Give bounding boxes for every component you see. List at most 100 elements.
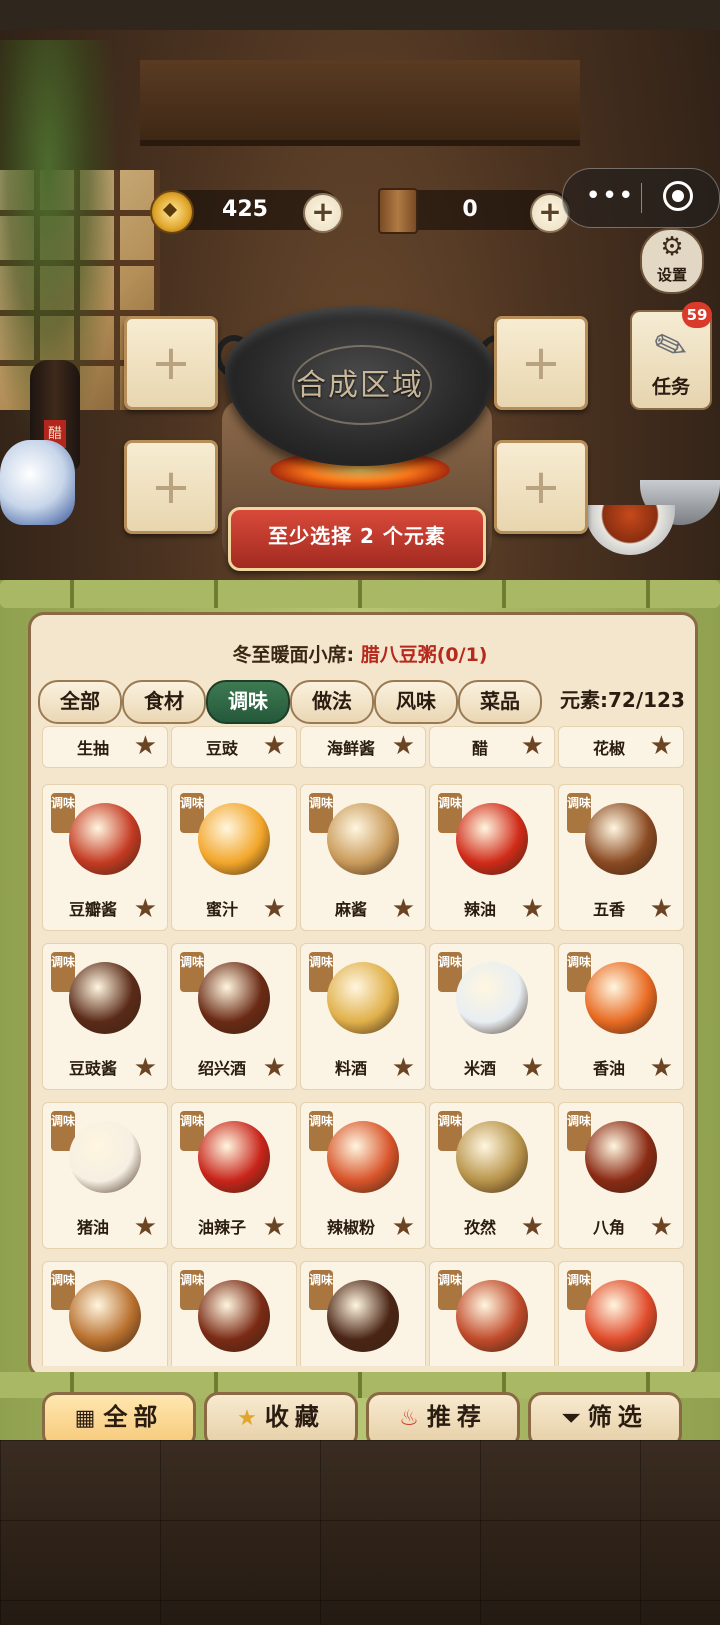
item-card[interactable]: 调味 料酒 ★ bbox=[300, 943, 426, 1090]
more-icon[interactable]: ••• bbox=[585, 181, 635, 215]
item-name: 孜然 bbox=[463, 1218, 496, 1237]
favorites-label: 收藏 bbox=[264, 1403, 325, 1431]
item-card[interactable]: 调味 bbox=[171, 1261, 297, 1366]
favorite-star-icon[interactable]: ★ bbox=[392, 1053, 415, 1083]
coin-amount: 425 bbox=[222, 197, 268, 222]
item-card[interactable]: 调味 麻酱 ★ bbox=[300, 784, 426, 931]
miniprogram-capsule: ••• bbox=[562, 168, 720, 228]
settings-label: 设置 bbox=[656, 266, 687, 284]
item-image bbox=[198, 1121, 270, 1193]
item-card[interactable]: 花椒 ★ bbox=[558, 726, 684, 768]
item-image bbox=[585, 803, 657, 875]
item-name: 绍兴酒 bbox=[197, 1059, 246, 1078]
item-image bbox=[198, 962, 270, 1034]
item-name: 辣油 bbox=[463, 900, 496, 919]
item-card[interactable]: 调味 香油 ★ bbox=[558, 943, 684, 1090]
item-name: 蜜汁 bbox=[205, 900, 238, 919]
bamboo-border-top bbox=[0, 580, 720, 608]
favorite-star-icon[interactable]: ★ bbox=[134, 894, 157, 924]
tab-flavor[interactable]: 风味 bbox=[374, 680, 458, 724]
item-image bbox=[456, 1121, 528, 1193]
task-badge: 59 bbox=[682, 302, 712, 328]
item-image bbox=[69, 1280, 141, 1352]
capsule-divider bbox=[641, 183, 642, 213]
plus-icon: + bbox=[150, 459, 192, 515]
plus-icon: + bbox=[520, 335, 562, 391]
favorite-star-icon[interactable]: ★ bbox=[392, 1212, 415, 1242]
favorite-star-icon[interactable]: ★ bbox=[392, 731, 415, 761]
item-card[interactable]: 调味 辣油 ★ bbox=[429, 784, 555, 931]
task-button[interactable]: ✎ 任务 59 bbox=[630, 302, 712, 410]
item-card[interactable]: 调味 豆瓣酱 ★ bbox=[42, 784, 168, 931]
close-miniprogram-icon[interactable] bbox=[663, 181, 693, 211]
favorite-star-icon[interactable]: ★ bbox=[521, 731, 544, 761]
favorite-star-icon[interactable]: ★ bbox=[392, 894, 415, 924]
recommend-label: 推荐 bbox=[426, 1403, 487, 1431]
favorite-star-icon[interactable]: ★ bbox=[650, 894, 673, 924]
tab-seasoning[interactable]: 调味 bbox=[206, 680, 290, 724]
item-card[interactable]: 调味 bbox=[558, 1261, 684, 1366]
item-card[interactable]: 调味 猪油 ★ bbox=[42, 1102, 168, 1249]
porcelain-jar bbox=[0, 440, 75, 525]
item-grid: 生抽 ★ 豆豉 ★ 海鲜酱 ★ 醋 ★ 花椒 ★ 调味 豆瓣酱 ★ 调味 蜜汁 ★ 调味 麻酱 ★ 调味 辣油… bbox=[32, 726, 688, 1366]
favorite-star-icon[interactable]: ★ bbox=[263, 1212, 286, 1242]
item-name: 豆瓣酱 bbox=[68, 900, 117, 919]
favorite-star-icon[interactable]: ★ bbox=[521, 1053, 544, 1083]
fire-icon: ♨ bbox=[399, 1406, 419, 1431]
favorite-star-icon[interactable]: ★ bbox=[650, 1212, 673, 1242]
item-card[interactable]: 生抽 ★ bbox=[42, 726, 168, 768]
favorite-star-icon[interactable]: ★ bbox=[134, 731, 157, 761]
item-card[interactable]: 调味 绍兴酒 ★ bbox=[171, 943, 297, 1090]
tab-dishes[interactable]: 菜品 bbox=[458, 680, 542, 724]
item-name: 海鲜酱 bbox=[326, 739, 375, 758]
item-card[interactable]: 调味 油辣子 ★ bbox=[171, 1102, 297, 1249]
item-name: 油辣子 bbox=[197, 1218, 246, 1237]
favorite-star-icon[interactable]: ★ bbox=[263, 1053, 286, 1083]
filter-all-label: 全部 bbox=[103, 1403, 164, 1431]
item-card[interactable]: 调味 八角 ★ bbox=[558, 1102, 684, 1249]
item-image bbox=[69, 803, 141, 875]
item-card[interactable]: 调味 bbox=[429, 1261, 555, 1366]
tab-ingredients[interactable]: 食材 bbox=[122, 680, 206, 724]
item-card[interactable]: 调味 米酒 ★ bbox=[429, 943, 555, 1090]
favorite-star-icon[interactable]: ★ bbox=[650, 731, 673, 761]
item-card[interactable]: 调味 bbox=[42, 1261, 168, 1366]
recipe-book-icon bbox=[378, 188, 418, 234]
ingredient-slot-3[interactable]: + bbox=[494, 316, 588, 410]
filter-icon: ⏷ bbox=[562, 1406, 580, 1431]
item-card[interactable]: 豆豉 ★ bbox=[171, 726, 297, 768]
item-image bbox=[69, 1121, 141, 1193]
select-hint-button[interactable]: 至少选择 2 个元素 bbox=[228, 507, 486, 571]
item-card[interactable]: 调味 辣椒粉 ★ bbox=[300, 1102, 426, 1249]
favorite-star-icon[interactable]: ★ bbox=[650, 1053, 673, 1083]
item-card[interactable]: 醋 ★ bbox=[429, 726, 555, 768]
task-label: 任务 bbox=[651, 376, 690, 398]
settings-button[interactable]: ⚙ 设置 bbox=[640, 228, 704, 294]
add-coins-button[interactable]: + bbox=[303, 193, 343, 233]
favorite-star-icon[interactable]: ★ bbox=[521, 1212, 544, 1242]
favorite-star-icon[interactable]: ★ bbox=[134, 1053, 157, 1083]
ingredient-slot-4[interactable]: + bbox=[494, 440, 588, 534]
item-name: 辣椒粉 bbox=[326, 1218, 375, 1237]
ingredient-slot-1[interactable]: + bbox=[124, 316, 218, 410]
item-name: 香油 bbox=[592, 1059, 625, 1078]
book-amount: 0 bbox=[462, 197, 478, 222]
item-card[interactable]: 海鲜酱 ★ bbox=[300, 726, 426, 768]
tab-method[interactable]: 做法 bbox=[290, 680, 374, 724]
filter-label: 筛选 bbox=[587, 1403, 648, 1431]
favorite-star-icon[interactable]: ★ bbox=[263, 894, 286, 924]
item-card[interactable]: 调味 蜜汁 ★ bbox=[171, 784, 297, 931]
favorite-star-icon[interactable]: ★ bbox=[521, 894, 544, 924]
favorite-star-icon[interactable]: ★ bbox=[263, 731, 286, 761]
favorite-star-icon[interactable]: ★ bbox=[134, 1212, 157, 1242]
item-image bbox=[585, 1280, 657, 1352]
item-card[interactable]: 调味 bbox=[300, 1261, 426, 1366]
ingredient-slot-2[interactable]: + bbox=[124, 440, 218, 534]
item-card[interactable]: 调味 孜然 ★ bbox=[429, 1102, 555, 1249]
item-image bbox=[585, 962, 657, 1034]
stone-floor bbox=[0, 1440, 720, 1625]
item-name: 醋 bbox=[471, 739, 488, 758]
item-card[interactable]: 调味 豆豉酱 ★ bbox=[42, 943, 168, 1090]
tab-all[interactable]: 全部 bbox=[38, 680, 122, 724]
item-card[interactable]: 调味 五香 ★ bbox=[558, 784, 684, 931]
